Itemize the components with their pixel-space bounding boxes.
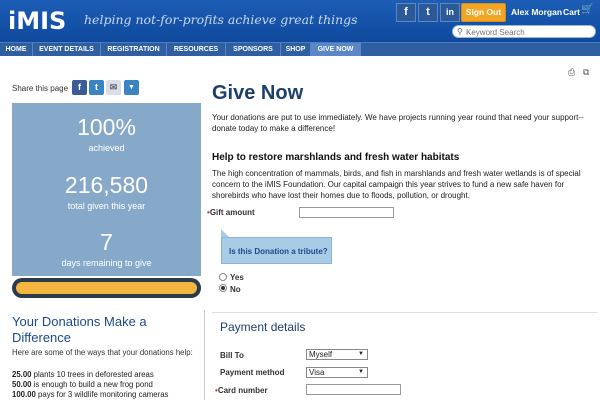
twitter-icon[interactable]: t [418, 3, 438, 22]
tribute-no-label: No [230, 285, 241, 294]
nav-item-registration[interactable]: REGISTRATION [101, 43, 167, 56]
donations-list: 25.00 plants 10 trees in deforested area… [12, 370, 207, 400]
percent-achieved-value: 100% [77, 114, 136, 140]
nav-item-give-now[interactable]: GIVE NOW [311, 43, 361, 56]
gift-amount-label: •Gift amount [207, 208, 255, 217]
payment-details-title: Payment details [220, 320, 306, 334]
donation-amount: 50.00 [12, 380, 32, 389]
payment-method-select[interactable]: Visa ▼ [306, 367, 368, 378]
chevron-down-icon: ▼ [358, 351, 364, 357]
tribute-question-text: Is this Donation a tribute? [229, 247, 328, 256]
donations-title: Your Donations Make a Difference [12, 314, 147, 345]
donation-amount: 100.00 [12, 390, 36, 399]
tribute-yes-label: Yes [230, 273, 244, 282]
days-remaining-label: days remaining to give [61, 258, 152, 268]
nav-item-shop[interactable]: SHOP [281, 43, 311, 56]
campaign-progress-bar [12, 278, 201, 298]
card-number-label: •Card number [215, 386, 268, 395]
nav-item-home[interactable]: HOME [0, 43, 33, 56]
print-icon[interactable]: ⎙ [568, 67, 578, 77]
expand-icon[interactable]: ⧉ [583, 67, 593, 77]
site-tagline: helping not-for-profits achieve great th… [84, 12, 358, 27]
cart-link[interactable]: Cart [563, 7, 580, 17]
gift-amount-label-text: Gift amount [209, 208, 255, 217]
section-title: Help to restore marshlands and fresh wat… [212, 152, 460, 163]
chevron-down-icon: ▼ [358, 369, 364, 375]
tribute-no-radio[interactable] [219, 284, 227, 292]
campaign-stats-panel: 100% achieved 216,580 total given this y… [12, 103, 201, 276]
user-name-link[interactable]: Alex Morgan [511, 7, 562, 17]
site-header: iMIS helping not-for-profits achieve gre… [0, 0, 600, 42]
total-given-value: 216,580 [64, 172, 149, 198]
share-label: Share this page [12, 84, 69, 93]
nav-item-sponsors[interactable]: SPONSORS [226, 43, 281, 56]
payment-method-label: Payment method [220, 368, 285, 377]
main-nav: HOME EVENT DETAILS REGISTRATION RESOURCE… [0, 42, 600, 56]
linkedin-icon[interactable]: in [440, 3, 460, 22]
search-input[interactable] [466, 27, 591, 37]
gift-amount-input[interactable] [299, 207, 394, 218]
card-number-label-text: Card number [217, 386, 268, 395]
site-logo[interactable]: iMIS [8, 8, 66, 34]
share-more-icon[interactable]: ▼ [124, 80, 139, 95]
donation-text: is enough to build a new frog pond [31, 380, 153, 389]
share-email-icon[interactable]: ✉ [106, 80, 121, 95]
nav-item-resources[interactable]: RESOURCES [167, 43, 226, 56]
nav-item-event-details[interactable]: EVENT DETAILS [33, 43, 101, 56]
page-title: Give Now [212, 82, 304, 104]
donation-text: pays for 3 wildlife monitoring cameras [35, 390, 169, 399]
section-body: The high concentration of mammals, birds… [212, 169, 581, 200]
search-icon: ⚲ [457, 27, 463, 36]
percent-achieved-label: achieved [88, 143, 125, 153]
share-twitter-icon[interactable]: t [89, 80, 104, 95]
progress-bar-fill [16, 282, 197, 294]
tribute-question-box: Is this Donation a tribute? [221, 237, 332, 264]
cart-icon[interactable]: 🛒 [581, 4, 593, 15]
tribute-yes-radio[interactable] [219, 273, 227, 281]
bill-to-label: Bill To [220, 351, 244, 360]
bill-to-select[interactable]: Myself ▼ [306, 349, 368, 360]
list-item: 100.00 pays for 3 wildlife monitoring ca… [12, 390, 207, 400]
bill-to-value: Myself [309, 350, 333, 359]
donations-subtitle: Here are some of the ways that your dona… [12, 348, 193, 357]
share-facebook-icon[interactable]: f [72, 80, 87, 95]
donation-amount: 25.00 [12, 370, 32, 379]
page-intro: Your donations are put to use immediatel… [212, 113, 584, 133]
card-number-input[interactable] [306, 384, 401, 395]
payment-divider [212, 312, 597, 313]
total-given-label: total given this year [67, 201, 146, 211]
facebook-icon[interactable]: f [396, 3, 416, 22]
sign-out-button[interactable]: Sign Out [461, 3, 506, 22]
days-remaining-value: 7 [100, 229, 113, 255]
list-item: 25.00 plants 10 trees in deforested area… [12, 370, 207, 380]
search-box[interactable]: ⚲ [452, 25, 596, 38]
tribute-callout-tail [221, 229, 229, 237]
payment-method-value: Visa [309, 368, 325, 377]
column-divider [204, 310, 205, 400]
donation-text: plants 10 trees in deforested areas [31, 370, 154, 379]
list-item: 50.00 is enough to build a new frog pond [12, 380, 207, 390]
